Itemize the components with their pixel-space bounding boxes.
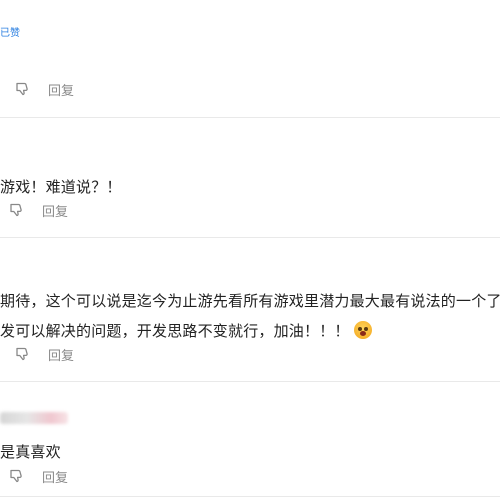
comment-text: 是真喜欢 <box>0 443 61 461</box>
comment-tag: 已赞 <box>0 28 20 39</box>
comment-actions: 回复 <box>8 200 68 220</box>
comment-actions: 回复 <box>14 344 74 364</box>
reply-button[interactable]: 回复 <box>42 467 68 486</box>
thumbs-down-icon[interactable] <box>8 468 24 484</box>
thumbs-down-icon[interactable] <box>14 346 30 362</box>
thumbs-down-icon[interactable] <box>14 81 30 97</box>
reply-button[interactable]: 回复 <box>48 80 74 99</box>
blurred-username <box>0 412 68 424</box>
comment-actions: 回复 <box>14 79 74 99</box>
face-screaming-emoji-icon <box>353 321 372 339</box>
comment-text-line-1: 期待，这个可以说是迄今为止游先看所有游戏里潜力最大最有说法的一个了， <box>0 292 500 310</box>
reply-button[interactable]: 回复 <box>42 201 68 220</box>
comment-text-line-2-row: 发可以解决的问题，开发思路不变就行，加油！！！ <box>0 320 372 341</box>
comment-text: 游戏！难道说？！ <box>0 178 122 196</box>
thumbs-down-icon[interactable] <box>8 202 24 218</box>
divider <box>0 117 500 118</box>
divider <box>0 237 500 238</box>
comment-actions: 回复 <box>8 466 68 486</box>
divider <box>0 496 500 497</box>
reply-button[interactable]: 回复 <box>48 345 74 364</box>
divider <box>0 381 500 382</box>
comment-text-line-2: 发可以解决的问题，开发思路不变就行，加油！！！ <box>0 322 350 340</box>
